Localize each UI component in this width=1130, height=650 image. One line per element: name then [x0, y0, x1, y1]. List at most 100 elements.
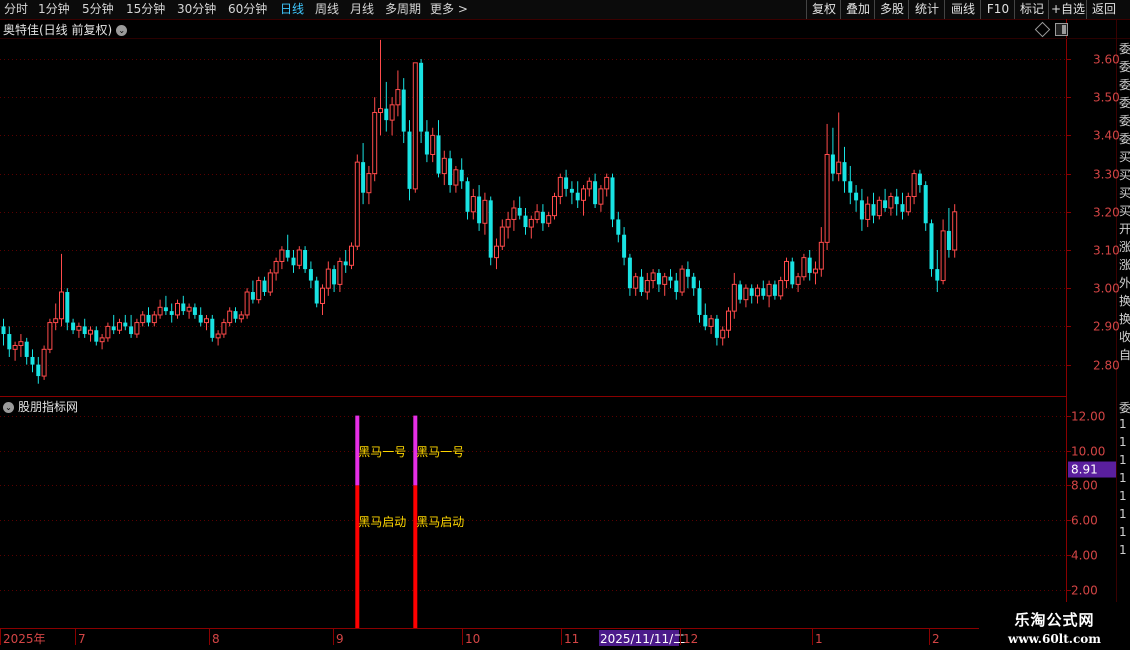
candle-body: [419, 62, 424, 132]
signal-label-top: 黑马一号: [358, 445, 406, 459]
candle-body: [564, 177, 569, 189]
candle-body: [366, 173, 372, 194]
right-strip-char: 1: [1119, 435, 1127, 449]
candle-body: [215, 333, 221, 339]
candle-body: [395, 89, 401, 106]
candle-body: [250, 292, 255, 300]
candle-body: [88, 329, 93, 335]
chevron-down-icon[interactable]: ⌄: [3, 402, 14, 413]
y-tick-label: 8.00: [1071, 479, 1098, 493]
candle-body: [691, 276, 696, 289]
candle-body: [448, 158, 453, 186]
candle-body: [123, 322, 128, 327]
right-strip-char: 涨: [1119, 258, 1130, 272]
candle-body: [210, 318, 215, 338]
chevron-down-icon[interactable]: ⌄: [116, 25, 128, 36]
candle-body: [813, 268, 818, 274]
signal-label-bottom: 黑马启动: [358, 515, 406, 529]
candle-body: [685, 269, 690, 277]
main-chart-title: 奥特佳(日线 前复权) ⌄: [3, 21, 128, 38]
candle-body: [41, 348, 47, 377]
candle-body: [778, 280, 784, 297]
candle-body: [325, 268, 331, 289]
candle-body: [459, 169, 464, 182]
current-value-label: 8.91: [1071, 463, 1098, 477]
right-strip-char: 买: [1119, 186, 1130, 200]
candle-body: [267, 272, 273, 293]
right-strip-char: 买: [1119, 204, 1130, 218]
right-strip-char: 自: [1119, 348, 1130, 362]
candle-body: [662, 276, 668, 285]
candlestick-series: [1, 39, 958, 384]
candle-body: [12, 345, 18, 350]
candle-body: [320, 287, 325, 304]
x-tick-label: 11: [564, 632, 579, 646]
candle-body: [94, 330, 99, 342]
candle-body: [703, 314, 708, 327]
candle-body: [204, 318, 209, 324]
candle-body: [865, 203, 871, 220]
candle-body: [604, 176, 610, 190]
right-strip-char: 1: [1119, 543, 1127, 557]
candle-body: [726, 310, 731, 331]
candle-body: [569, 188, 574, 193]
right-strip-char: 委: [1119, 78, 1130, 92]
right-strip-char: 买: [1119, 150, 1130, 164]
candle-body: [766, 283, 772, 297]
panel-toggle-icon[interactable]: [1055, 23, 1068, 36]
candle-body: [854, 192, 859, 201]
candle-body: [674, 280, 679, 293]
candle-body: [117, 322, 122, 331]
candle-body: [708, 318, 714, 327]
candle-body: [905, 196, 911, 213]
candle-body: [291, 257, 296, 266]
candle-body: [575, 192, 580, 201]
candle-body: [494, 245, 499, 259]
candle-body: [743, 287, 749, 301]
candle-body: [24, 341, 29, 357]
candle-body: [332, 269, 337, 285]
y-tick-label: 2.90: [1093, 320, 1120, 334]
candle-body: [633, 276, 639, 289]
candle-body: [233, 311, 238, 319]
stock-title-text[interactable]: 奥特佳(日线 前复权): [3, 23, 112, 37]
indicator-title-text[interactable]: 股朋指标网: [18, 400, 78, 414]
candle-body: [151, 314, 157, 324]
candle-body: [99, 337, 105, 343]
candle-body: [401, 89, 406, 132]
candle-body: [343, 261, 348, 266]
candle-body: [894, 196, 899, 205]
indicator-title: ⌄ 股朋指标网: [3, 398, 78, 415]
candle-body: [639, 276, 644, 293]
candle-body: [656, 272, 661, 285]
x-tick-label: 9: [336, 632, 344, 646]
right-strip-char: 委: [1119, 401, 1130, 415]
candle-body: [372, 111, 378, 175]
candle-body: [528, 218, 534, 228]
candle-body: [111, 326, 116, 331]
right-strip-char: 1: [1119, 417, 1127, 431]
signal-bar-bottom: [355, 485, 360, 628]
candle-body: [859, 200, 864, 220]
candle-body: [482, 199, 488, 224]
candle-body: [523, 215, 528, 228]
candle-body: [256, 280, 262, 301]
candle-body: [436, 135, 441, 174]
chart-canvas[interactable]: 黑马一号黑马启动 黑马一号黑马启动 3.60 3.50 3.40 3.30 3.20 3.1…: [0, 0, 1130, 650]
right-strip-char: 委: [1119, 60, 1130, 74]
candle-body: [192, 307, 197, 315]
candle-body: [593, 181, 598, 205]
x-tick-label: 10: [465, 632, 480, 646]
right-strip-char: 委: [1119, 96, 1130, 110]
right-strip-char: 换: [1119, 312, 1130, 326]
right-strip-char: 换: [1119, 294, 1130, 308]
candle-body: [650, 272, 656, 282]
candle-body: [917, 173, 922, 186]
candle-body: [134, 322, 140, 335]
candle-body: [349, 245, 354, 266]
candle-body: [911, 173, 917, 198]
candle-body: [836, 161, 842, 175]
candle-body: [848, 181, 853, 193]
candle-body: [505, 218, 511, 228]
watermark: 乐淘公式网 www.60lt.com: [979, 602, 1130, 650]
